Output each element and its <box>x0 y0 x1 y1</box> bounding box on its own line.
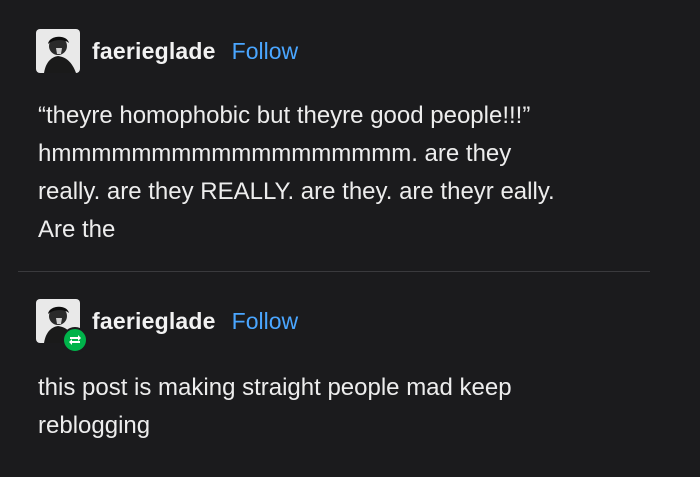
user-avatar-icon[interactable] <box>36 299 88 353</box>
post-reblog: faerieglade Follow this post is making s… <box>0 274 700 477</box>
post-header: faerieglade Follow <box>36 27 298 75</box>
user-avatar-icon[interactable] <box>36 29 80 73</box>
post-text: this post is making straight people mad … <box>38 374 512 439</box>
follow-button[interactable]: Follow <box>232 38 298 65</box>
post-text: “theyre homophobic but theyre good peopl… <box>38 102 555 243</box>
follow-button[interactable]: Follow <box>232 308 298 335</box>
post-original: faerieglade Follow “theyre homophobic bu… <box>0 0 700 272</box>
username[interactable]: faerieglade <box>92 308 216 335</box>
reblog-icon <box>62 327 88 353</box>
post-divider <box>18 271 650 272</box>
post-header: faerieglade Follow <box>36 297 298 353</box>
username[interactable]: faerieglade <box>92 38 216 65</box>
